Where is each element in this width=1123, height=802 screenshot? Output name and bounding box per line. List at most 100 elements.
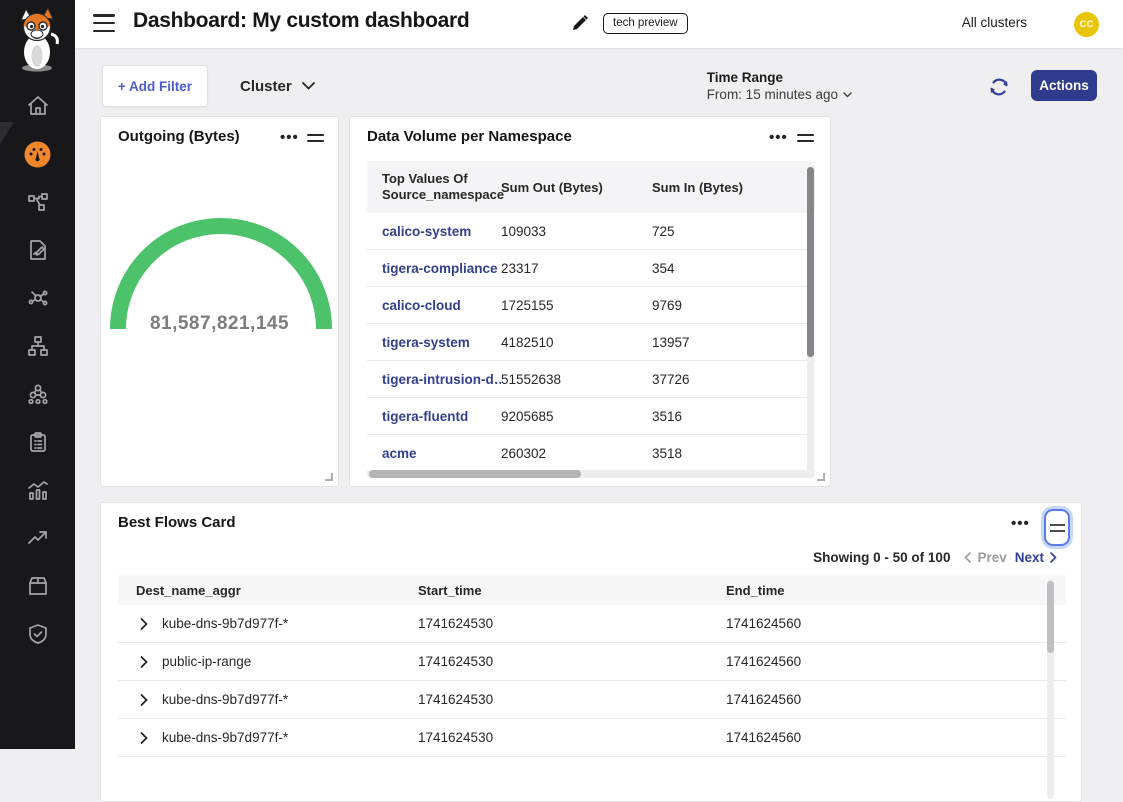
expand-row-icon[interactable]	[140, 732, 148, 744]
edit-pencil-icon[interactable]	[570, 13, 590, 33]
card-resize-handle[interactable]	[325, 473, 333, 481]
outgoing-bytes-card: Outgoing (Bytes) ••• 81,587,821,145	[100, 116, 339, 487]
namespace-link[interactable]: calico-system	[367, 224, 501, 239]
sum-out-value: 109033	[501, 224, 652, 239]
page-title: Dashboard: My custom dashboard	[133, 9, 469, 33]
dashboard-content: + Add Filter Cluster Time Range From: 15…	[75, 48, 1123, 749]
table-row: acme 260302 3518	[367, 435, 815, 472]
chevron-down-icon	[843, 92, 852, 98]
expand-row-icon[interactable]	[140, 618, 148, 630]
sidebar-item-topology[interactable]	[0, 178, 75, 226]
card-drag-handle-icon[interactable]	[1044, 509, 1070, 546]
sidebar-item-clusters[interactable]	[0, 370, 75, 418]
cluster-scope-selector[interactable]: All clusters	[962, 15, 1027, 30]
card-menu-icon[interactable]: •••	[769, 135, 787, 147]
sidebar-item-statistics[interactable]	[0, 466, 75, 514]
dest-name: public-ip-range	[162, 654, 251, 669]
refresh-icon[interactable]	[988, 76, 1010, 98]
card-title: Data Volume per Namespace	[367, 128, 572, 145]
calico-cat-logo[interactable]	[11, 6, 63, 72]
dashboard-gauge-icon	[24, 141, 51, 168]
dest-name: kube-dns-9b7d977f-*	[162, 692, 288, 707]
card-drag-handle-icon[interactable]	[797, 134, 814, 146]
table-row: tigera-fluentd 9205685 3516	[367, 398, 815, 435]
sum-out-value: 4182510	[501, 335, 652, 350]
start-time: 1741624530	[418, 730, 726, 745]
sidebar-item-policies[interactable]	[0, 418, 75, 466]
actions-button[interactable]: Actions	[1031, 70, 1097, 101]
expand-row-icon[interactable]	[140, 694, 148, 706]
card-resize-handle[interactable]	[817, 473, 825, 481]
namespace-link[interactable]: acme	[367, 446, 501, 461]
table-row: calico-system 109033 725	[367, 213, 815, 250]
time-range-picker[interactable]: Time Range From: 15 minutes ago	[707, 70, 852, 102]
namespace-link[interactable]: tigera-fluentd	[367, 409, 501, 424]
package-box-icon	[26, 574, 50, 598]
table-header-row: Top Values Of Source_namespace Sum Out (…	[367, 161, 815, 213]
home-icon	[26, 94, 50, 118]
table-row: kube-dns-9b7d977f-* 1741624530 174162456…	[118, 605, 1066, 643]
pagination-status: Showing 0 - 50 of 100	[813, 550, 950, 565]
data-volume-table: Top Values Of Source_namespace Sum Out (…	[367, 161, 815, 472]
dest-name: kube-dns-9b7d977f-*	[162, 730, 288, 745]
sidebar-item-inventory[interactable]	[0, 562, 75, 610]
sum-in-value: 3518	[652, 446, 682, 461]
card-menu-icon[interactable]: •••	[1011, 521, 1029, 533]
add-filter-button[interactable]: + Add Filter	[102, 65, 208, 107]
bar-chart-icon	[26, 478, 50, 502]
pagination: Showing 0 - 50 of 100 Prev Next	[813, 550, 1057, 565]
cluster-filter-dropdown[interactable]: Cluster	[240, 73, 315, 99]
sidebar-item-reports[interactable]	[0, 226, 75, 274]
next-page-button[interactable]: Next	[1015, 550, 1057, 565]
vertical-scrollbar[interactable]	[1047, 579, 1054, 799]
gauge-value: 81,587,821,145	[101, 313, 338, 335]
sum-out-value: 23317	[501, 261, 652, 276]
vertical-scrollbar[interactable]	[807, 165, 814, 475]
namespace-link[interactable]: tigera-compliance	[367, 261, 501, 276]
table-header-row: Dest_name_aggr Start_time End_time	[118, 575, 1066, 605]
report-edit-icon	[26, 238, 50, 262]
chevron-right-icon	[1050, 552, 1057, 563]
data-volume-card: Data Volume per Namespace ••• Top Values…	[349, 116, 831, 487]
column-header: Sum In (Bytes)	[652, 180, 743, 195]
column-header: Start_time	[418, 583, 726, 598]
gauge-arc	[101, 137, 340, 337]
sidebar-item-dashboards[interactable]	[0, 130, 75, 178]
horizontal-scrollbar[interactable]	[367, 470, 815, 478]
shield-check-icon	[26, 622, 50, 646]
table-row: tigera-system 4182510 13957	[367, 324, 815, 361]
table-row: public-ip-range 1741624530 1741624560	[118, 643, 1066, 681]
prev-page-button[interactable]: Prev	[964, 550, 1006, 565]
sidebar-item-trends[interactable]	[0, 514, 75, 562]
top-header: Dashboard: My custom dashboard tech prev…	[75, 0, 1123, 48]
sidebar-item-security[interactable]	[0, 610, 75, 658]
card-title: Best Flows Card	[118, 514, 236, 531]
hamburger-menu-icon[interactable]	[93, 14, 115, 34]
end-time: 1741624560	[726, 692, 801, 707]
sum-out-value: 260302	[501, 446, 652, 461]
namespace-link[interactable]: tigera-system	[367, 335, 501, 350]
time-range-value: From: 15 minutes ago	[707, 87, 838, 102]
table-row: kube-dns-9b7d977f-* 1741624530 174162456…	[118, 719, 1066, 757]
end-time: 1741624560	[726, 654, 801, 669]
end-time: 1741624560	[726, 616, 801, 631]
sum-in-value: 354	[652, 261, 675, 276]
start-time: 1741624530	[418, 654, 726, 669]
sidebar-item-network-tree[interactable]	[0, 322, 75, 370]
table-row: kube-dns-9b7d977f-* 1741624530 174162456…	[118, 681, 1066, 719]
topology-icon	[26, 190, 50, 214]
sidebar-item-home[interactable]	[0, 82, 75, 130]
avatar[interactable]: CC	[1074, 12, 1099, 37]
namespace-link[interactable]: calico-cloud	[367, 298, 501, 313]
tech-preview-badge: tech preview	[603, 13, 688, 34]
expand-row-icon[interactable]	[140, 656, 148, 668]
sum-in-value: 3516	[652, 409, 682, 424]
start-time: 1741624530	[418, 692, 726, 707]
namespace-link[interactable]: tigera-intrusion-d…	[367, 372, 501, 387]
chevron-down-icon	[302, 82, 315, 90]
sum-out-value: 1725155	[501, 298, 652, 313]
table-row: calico-cloud 1725155 9769	[367, 287, 815, 324]
sum-out-value: 51552638	[501, 372, 652, 387]
sidebar-item-service-graph[interactable]	[0, 274, 75, 322]
end-time: 1741624560	[726, 730, 801, 745]
